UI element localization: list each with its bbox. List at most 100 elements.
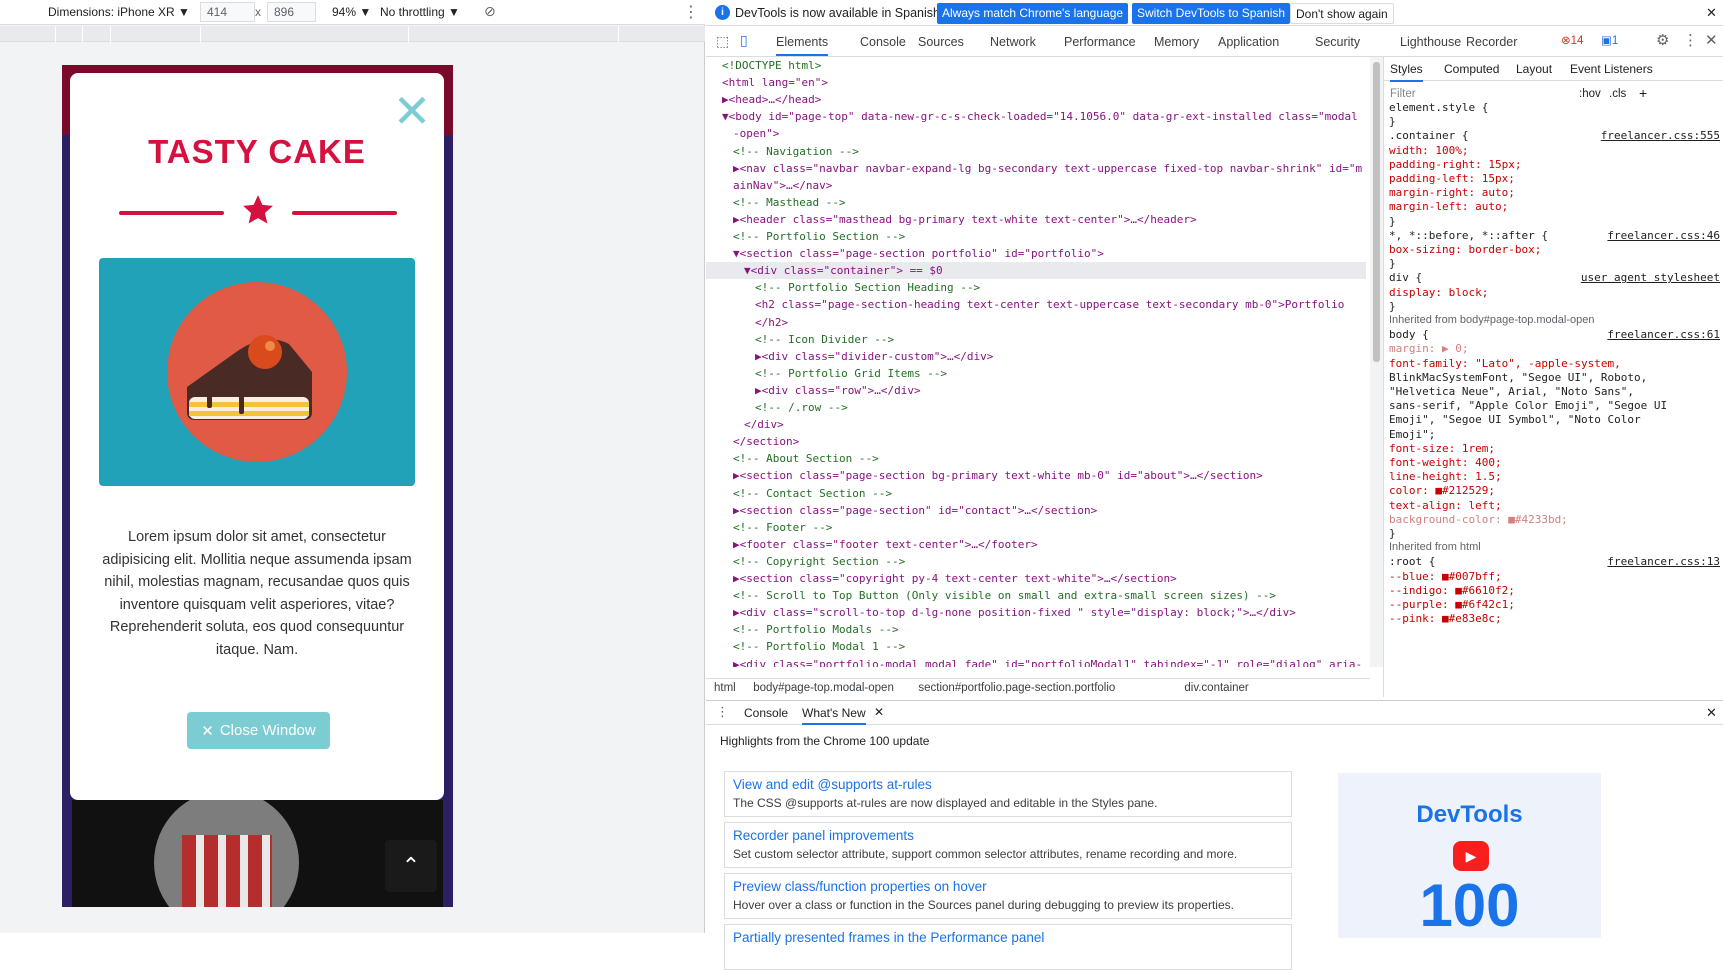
- error-badge[interactable]: ⊗14: [1561, 33, 1584, 47]
- style-rule-line: background-color: ■#4233bd;: [1389, 512, 1568, 526]
- new-rule-icon[interactable]: +: [1639, 85, 1647, 101]
- style-source-link[interactable]: user agent stylesheet: [1581, 271, 1720, 284]
- always-match-language-button[interactable]: Always match Chrome's language: [937, 3, 1129, 24]
- style-source-link[interactable]: freelancer.css:13: [1607, 555, 1720, 568]
- style-source-link[interactable]: freelancer.css:61: [1607, 328, 1720, 341]
- device-select[interactable]: Dimensions: iPhone XR ▼: [48, 5, 190, 19]
- styles-tab-computed[interactable]: Computed: [1444, 62, 1499, 76]
- dom-node-line[interactable]: ▶<section class="page-section" id="conta…: [706, 502, 1366, 519]
- tab-network[interactable]: Network: [990, 35, 1036, 49]
- style-source-link[interactable]: freelancer.css:46: [1607, 229, 1720, 242]
- dom-node-line[interactable]: </h2>: [706, 314, 1366, 331]
- dom-node-line[interactable]: </section>: [706, 433, 1366, 450]
- dom-node-line[interactable]: <!-- Scroll to Top Button (Only visible …: [706, 587, 1366, 604]
- drawer-tab-whats-new[interactable]: What's New: [802, 706, 866, 725]
- hov-toggle[interactable]: :hov: [1579, 88, 1601, 100]
- close-drawer-icon[interactable]: ✕: [1706, 705, 1717, 721]
- drawer-menu-icon[interactable]: ⋮: [716, 704, 729, 720]
- whats-new-card[interactable]: Partially presented frames in the Perfor…: [724, 924, 1292, 970]
- breadcrumb-item[interactable]: body#page-top.modal-open: [753, 682, 894, 694]
- tab-sources[interactable]: Sources: [918, 35, 964, 49]
- dom-node-line[interactable]: ▼<section class="page-section portfolio"…: [706, 245, 1366, 262]
- tab-security[interactable]: Security: [1315, 35, 1360, 49]
- more-options-icon[interactable]: ⋮: [683, 2, 699, 22]
- cls-toggle[interactable]: .cls: [1609, 88, 1626, 100]
- device-toggle-icon[interactable]: ▯: [740, 32, 748, 49]
- height-input[interactable]: 896: [267, 2, 316, 22]
- close-icon[interactable]: ✕: [392, 88, 432, 134]
- customize-menu-icon[interactable]: ⋮: [1683, 31, 1698, 49]
- dom-node-line[interactable]: ▶<div class="divider-custom">…</div>: [706, 348, 1366, 365]
- switch-to-spanish-button[interactable]: Switch DevTools to Spanish: [1132, 3, 1291, 24]
- dom-node-line[interactable]: ▼<div class="container"> == $0: [706, 262, 1366, 280]
- close-window-button[interactable]: ✕ Close Window: [187, 712, 330, 749]
- dom-node-line[interactable]: <!-- Portfolio Section Heading -->: [706, 279, 1366, 296]
- tab-performance[interactable]: Performance: [1064, 35, 1136, 49]
- width-input[interactable]: 414: [200, 2, 255, 22]
- dom-node-line[interactable]: <!-- Footer -->: [706, 519, 1366, 536]
- card-title[interactable]: Preview class/function properties on hov…: [733, 879, 1283, 894]
- styles-tab-event-listeners[interactable]: Event Listeners: [1570, 62, 1653, 76]
- dom-node-line[interactable]: <!DOCTYPE html>: [706, 57, 1366, 74]
- settings-gear-icon[interactable]: ⚙: [1656, 31, 1669, 49]
- dom-node-line[interactable]: ▶<div class="portfolio-modal modal fade"…: [706, 656, 1366, 668]
- dom-node-line[interactable]: <!-- Navigation -->: [706, 143, 1366, 160]
- dom-node-line[interactable]: <!-- Portfolio Grid Items -->: [706, 365, 1366, 382]
- dom-node-line[interactable]: <!-- Portfolio Section -->: [706, 228, 1366, 245]
- style-source-link[interactable]: freelancer.css:555: [1601, 129, 1720, 142]
- tab-elements[interactable]: Elements: [776, 35, 829, 56]
- dom-node-line[interactable]: ▶<div class="scroll-to-top d-lg-none pos…: [706, 604, 1366, 621]
- tab-console[interactable]: Console: [860, 35, 906, 49]
- dom-node-line[interactable]: ▼<body id="page-top" data-new-gr-c-s-che…: [706, 108, 1366, 125]
- tab-lighthouse[interactable]: Lighthouse: [1400, 35, 1461, 49]
- dom-node-line[interactable]: ▶<div class="row">…</div>: [706, 382, 1366, 399]
- styles-filter-input[interactable]: Filter: [1390, 88, 1416, 100]
- dom-node-line[interactable]: <!-- About Section -->: [706, 450, 1366, 467]
- dom-node-line[interactable]: <!-- Portfolio Modal 1 -->: [706, 638, 1366, 655]
- breadcrumb-item[interactable]: section#portfolio.page-section.portfolio: [918, 682, 1115, 694]
- dom-node-line[interactable]: ▶<nav class="navbar navbar-expand-lg bg-…: [706, 160, 1366, 177]
- dom-node-line[interactable]: ▶<section class="copyright py-4 text-cen…: [706, 570, 1366, 587]
- dom-node-line[interactable]: </div>: [706, 416, 1366, 433]
- dom-node-line[interactable]: <!-- Contact Section -->: [706, 485, 1366, 502]
- style-rule-line: box-sizing: border-box;: [1389, 243, 1542, 256]
- zoom-select[interactable]: 94% ▼: [332, 5, 371, 19]
- drawer-tab-console[interactable]: Console: [744, 706, 788, 720]
- styles-tab-styles[interactable]: Styles: [1390, 62, 1423, 82]
- card-title[interactable]: Partially presented frames in the Perfor…: [733, 930, 1283, 945]
- rotate-icon[interactable]: ⊘: [484, 3, 496, 20]
- styles-tab-layout[interactable]: Layout: [1516, 62, 1552, 76]
- dont-show-again-button[interactable]: Don't show again: [1290, 3, 1394, 24]
- dom-node-line[interactable]: <h2 class="page-section-heading text-cen…: [706, 296, 1366, 313]
- breadcrumb-item[interactable]: html: [714, 682, 736, 694]
- message-badge[interactable]: ▣1: [1601, 33, 1618, 47]
- close-devtools-icon[interactable]: ✕: [1705, 31, 1718, 49]
- dom-node-line[interactable]: <!-- Icon Divider -->: [706, 331, 1366, 348]
- tab-application[interactable]: Application: [1218, 35, 1279, 49]
- dom-node-line[interactable]: <!-- /.row -->: [706, 399, 1366, 416]
- dom-node-line[interactable]: <html lang="en">: [706, 74, 1366, 91]
- close-tab-icon[interactable]: ✕: [874, 705, 884, 719]
- scroll-to-top-button[interactable]: ⌃: [385, 840, 437, 892]
- dom-node-line[interactable]: <!-- Copyright Section -->: [706, 553, 1366, 570]
- dom-node-line[interactable]: -open">: [706, 125, 1366, 142]
- dom-node-line[interactable]: ▶<head>…</head>: [706, 91, 1366, 108]
- breadcrumb-item[interactable]: div.container: [1184, 682, 1248, 694]
- dom-node-line[interactable]: ▶<footer class="footer text-center">…</f…: [706, 536, 1366, 553]
- whats-new-card[interactable]: Recorder panel improvements Set custom se…: [724, 822, 1292, 868]
- tab-recorder[interactable]: Recorder: [1466, 35, 1517, 49]
- throttling-select[interactable]: No throttling ▼: [380, 5, 460, 19]
- dom-node-line[interactable]: <!-- Portfolio Modals -->: [706, 621, 1366, 638]
- tab-memory[interactable]: Memory: [1154, 35, 1199, 49]
- card-title[interactable]: Recorder panel improvements: [733, 828, 1283, 843]
- card-title[interactable]: View and edit @supports at-rules: [733, 777, 1283, 792]
- whats-new-card[interactable]: Preview class/function properties on hov…: [724, 873, 1292, 919]
- dom-node-line[interactable]: <!-- Masthead -->: [706, 194, 1366, 211]
- elements-scrollbar[interactable]: [1370, 57, 1383, 667]
- dom-node-line[interactable]: ▶<header class="masthead bg-primary text…: [706, 211, 1366, 228]
- dom-node-line[interactable]: ▶<section class="page-section bg-primary…: [706, 467, 1366, 484]
- close-infobar-icon[interactable]: ✕: [1706, 5, 1717, 21]
- dom-node-line[interactable]: ainNav">…</nav>: [706, 177, 1366, 194]
- whats-new-card[interactable]: View and edit @supports at-rules The CSS …: [724, 771, 1292, 817]
- inspect-element-icon[interactable]: ⬚: [716, 33, 729, 50]
